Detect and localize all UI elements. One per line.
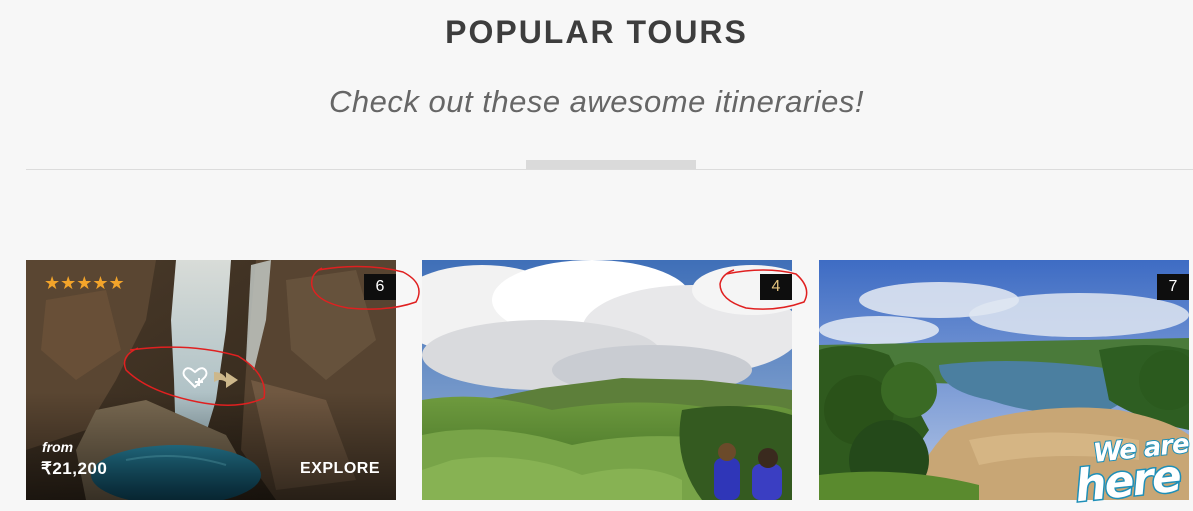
tour-count-badge: 4 (760, 274, 792, 300)
rating-stars: ★★★★★ (44, 273, 125, 293)
tour-image-green-valley (422, 260, 792, 500)
tour-price: ₹21,200 (41, 459, 108, 478)
tour-card-1[interactable]: ★★★★★ 6 from ₹21,200 EXPLORE (26, 260, 396, 500)
section-subtitle: Check out these awesome itineraries! (329, 84, 864, 119)
price-from-label: from (42, 439, 74, 455)
popular-tours-page: POPULAR TOURS Check out these awesome it… (0, 0, 1193, 511)
section-title: POPULAR TOURS (445, 14, 748, 50)
divider-accent-bar (526, 160, 696, 169)
divider-line (26, 169, 1193, 170)
chat-widget-line2: here (1071, 449, 1183, 511)
tour-count-badge: 6 (364, 274, 396, 300)
tour-card-2[interactable]: 4 (422, 260, 792, 500)
heart-plus-icon[interactable] (182, 366, 208, 390)
explore-link[interactable]: EXPLORE (300, 460, 380, 478)
tour-count-badge: 7 (1157, 274, 1189, 300)
share-arrow-icon[interactable] (212, 368, 240, 390)
chat-widget[interactable]: We are here (1071, 428, 1193, 511)
